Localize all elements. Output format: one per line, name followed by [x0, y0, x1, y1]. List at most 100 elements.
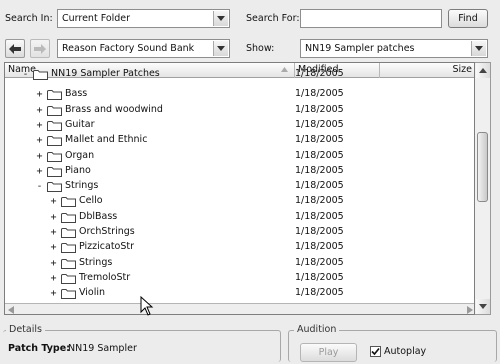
folder-row[interactable]: + Mallet and Ethnic 1/18/2005 [5, 133, 474, 148]
horizontal-scrollbar[interactable] [5, 303, 474, 314]
folder-icon [61, 289, 76, 300]
folder-icon [47, 136, 62, 147]
folder-icon [33, 70, 48, 80]
folder-row[interactable]: + TremoloStr 1/18/2005 [5, 271, 474, 286]
row-name: Guitar [65, 118, 95, 130]
collapse-icon[interactable]: - [21, 70, 30, 80]
show-value: NN19 Sampler patches [305, 43, 415, 54]
row-modified: 1/18/2005 [295, 68, 344, 79]
folder-icon [47, 105, 62, 116]
forward-button[interactable] [30, 39, 50, 58]
chevron-down-icon[interactable] [213, 11, 228, 26]
row-name: DblBass [79, 210, 118, 222]
row-name: Organ [65, 149, 95, 161]
expand-icon[interactable]: + [49, 228, 58, 238]
row-modified: 1/18/2005 [295, 241, 344, 253]
row-name: Strings [79, 256, 113, 268]
folder-icon [61, 273, 76, 284]
search-for-input[interactable] [300, 9, 442, 28]
folder-row[interactable]: - NN19 Sampler Patches 1/18/2005 [5, 67, 474, 82]
expand-icon[interactable]: + [35, 166, 44, 176]
scroll-down-button[interactable] [476, 299, 490, 314]
expand-icon[interactable]: + [35, 105, 44, 115]
collapse-icon[interactable]: - [35, 182, 44, 192]
row-name: OrchStrings [79, 226, 135, 237]
folder-row[interactable]: + Strings 1/18/2005 [5, 256, 474, 271]
expand-icon[interactable]: + [49, 243, 58, 253]
folder-row[interactable]: + Violin 1/18/2005 [5, 286, 474, 301]
show-dropdown[interactable]: NN19 Sampler patches [300, 39, 488, 58]
location-dropdown[interactable]: Reason Factory Sound Bank [57, 39, 230, 58]
folder-icon [47, 120, 62, 131]
mouse-cursor-icon [140, 296, 154, 316]
folder-row[interactable]: - Strings 1/18/2005 [5, 179, 474, 194]
row-modified: 1/18/2005 [295, 149, 344, 161]
scrollbar-thumb[interactable] [477, 132, 488, 202]
folder-icon [47, 166, 62, 177]
search-in-dropdown[interactable]: Current Folder [57, 9, 230, 28]
row-modified: 1/18/2005 [295, 256, 344, 268]
folder-icon [47, 151, 62, 162]
audition-title: Audition [294, 324, 340, 335]
row-name: Strings [65, 180, 99, 192]
row-name: Violin [79, 287, 106, 299]
row-name: NN19 Sampler Patches [51, 68, 160, 79]
folder-row[interactable]: + DblBass 1/18/2005 [5, 210, 474, 225]
search-for-label: Search For: [246, 13, 300, 24]
play-button[interactable]: Play [300, 343, 357, 362]
folder-row[interactable]: + Organ 1/18/2005 [5, 149, 474, 164]
checkmark-icon [371, 347, 380, 356]
folder-icon [61, 228, 76, 238]
back-button[interactable] [5, 39, 25, 58]
location-value: Reason Factory Sound Bank [62, 43, 195, 54]
row-modified: 1/18/2005 [295, 195, 344, 207]
expand-icon[interactable]: + [35, 120, 44, 130]
expand-icon[interactable]: + [49, 273, 58, 283]
chevron-up-icon [479, 68, 487, 73]
row-modified: 1/18/2005 [295, 271, 344, 283]
folder-row[interactable]: + OrchStrings 1/18/2005 [5, 225, 474, 240]
folder-icon [47, 182, 62, 193]
autoplay-checkbox[interactable] [370, 346, 381, 357]
folder-row[interactable]: + Guitar 1/18/2005 [5, 118, 474, 133]
expand-icon[interactable]: + [49, 258, 58, 268]
expand-icon[interactable]: + [35, 90, 44, 100]
folder-icon [61, 212, 76, 223]
folder-row[interactable]: + PizzicatoStr 1/18/2005 [5, 240, 474, 255]
folder-row[interactable]: + Piano 1/18/2005 [5, 164, 474, 179]
folder-row[interactable]: + Cello 1/18/2005 [5, 194, 474, 209]
vertical-scrollbar[interactable] [475, 62, 491, 315]
row-modified: 1/18/2005 [295, 88, 344, 100]
chevron-down-icon [479, 304, 487, 309]
find-button[interactable]: Find [448, 9, 488, 28]
patch-type-label: Patch Type: [8, 343, 70, 354]
scroll-left-icon [8, 306, 14, 314]
chevron-down-icon[interactable] [471, 41, 486, 56]
folder-row[interactable]: + Brass and woodwind 1/18/2005 [5, 103, 474, 118]
row-modified: 1/18/2005 [295, 103, 344, 115]
row-modified: 1/18/2005 [295, 134, 344, 146]
row-modified: 1/18/2005 [295, 164, 344, 176]
expand-icon[interactable]: + [49, 289, 58, 299]
chevron-down-icon[interactable] [213, 41, 228, 56]
details-title: Details [6, 324, 45, 335]
folder-icon [61, 197, 76, 208]
expand-icon[interactable]: + [49, 197, 58, 207]
row-modified: 1/18/2005 [295, 287, 344, 299]
folder-row[interactable]: + Bass 1/18/2005 [5, 87, 474, 102]
row-name: TremoloStr [79, 271, 131, 283]
file-list[interactable]: Name Modified Size - NN19 Sampler Patches… [4, 62, 475, 315]
expand-icon[interactable]: + [35, 136, 44, 146]
row-modified: 1/18/2005 [295, 210, 344, 222]
folder-icon [61, 258, 76, 269]
row-name: Piano [65, 164, 91, 176]
row-modified: 1/18/2005 [295, 226, 344, 237]
search-in-label: Search In: [5, 13, 53, 24]
autoplay-label: Autoplay [384, 346, 427, 357]
scroll-right-icon [467, 306, 473, 314]
show-label: Show: [246, 43, 275, 54]
scroll-up-button[interactable] [476, 63, 490, 78]
arrow-right-icon [34, 43, 46, 54]
expand-icon[interactable]: + [35, 151, 44, 161]
expand-icon[interactable]: + [49, 212, 58, 222]
